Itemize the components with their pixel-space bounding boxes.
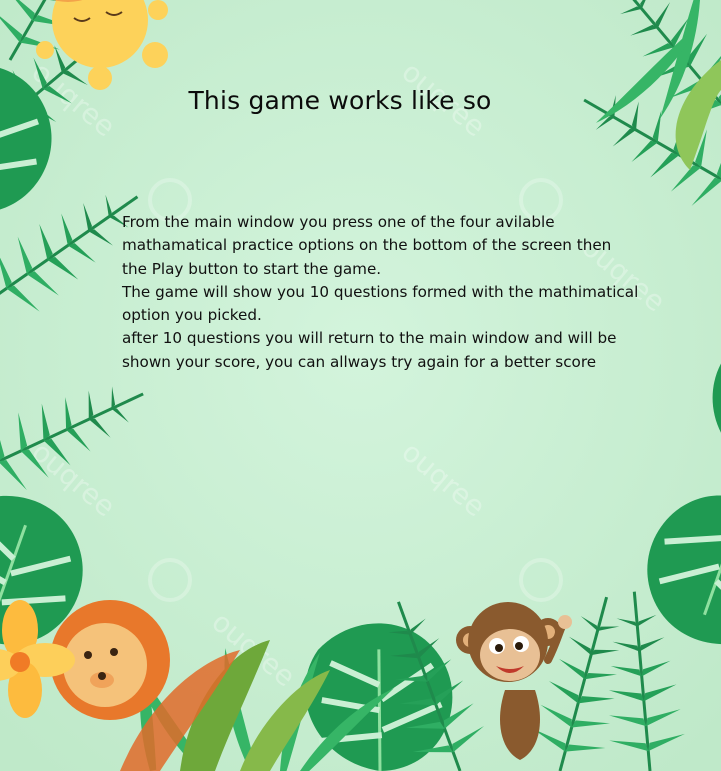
jungle-background: ouqree ouqree ouqree ouqree ouqree ouqre…	[0, 0, 721, 771]
instructions-line: the Play button to start the game.	[122, 259, 382, 278]
instructions-line: after 10 questions you will return to th…	[122, 329, 617, 348]
instructions-line: The game will show you 10 questions form…	[122, 282, 639, 301]
page-title: This game works like so	[188, 86, 492, 115]
instructions-line: mathamatical practice options on the bot…	[122, 236, 612, 255]
instructions-text: From the main window you press one of th…	[122, 211, 639, 374]
instructions-line: option you picked.	[122, 306, 262, 325]
instructions-line: shown your score, you can allways try ag…	[122, 352, 597, 371]
instructions-line: From the main window you press one of th…	[122, 213, 555, 231]
